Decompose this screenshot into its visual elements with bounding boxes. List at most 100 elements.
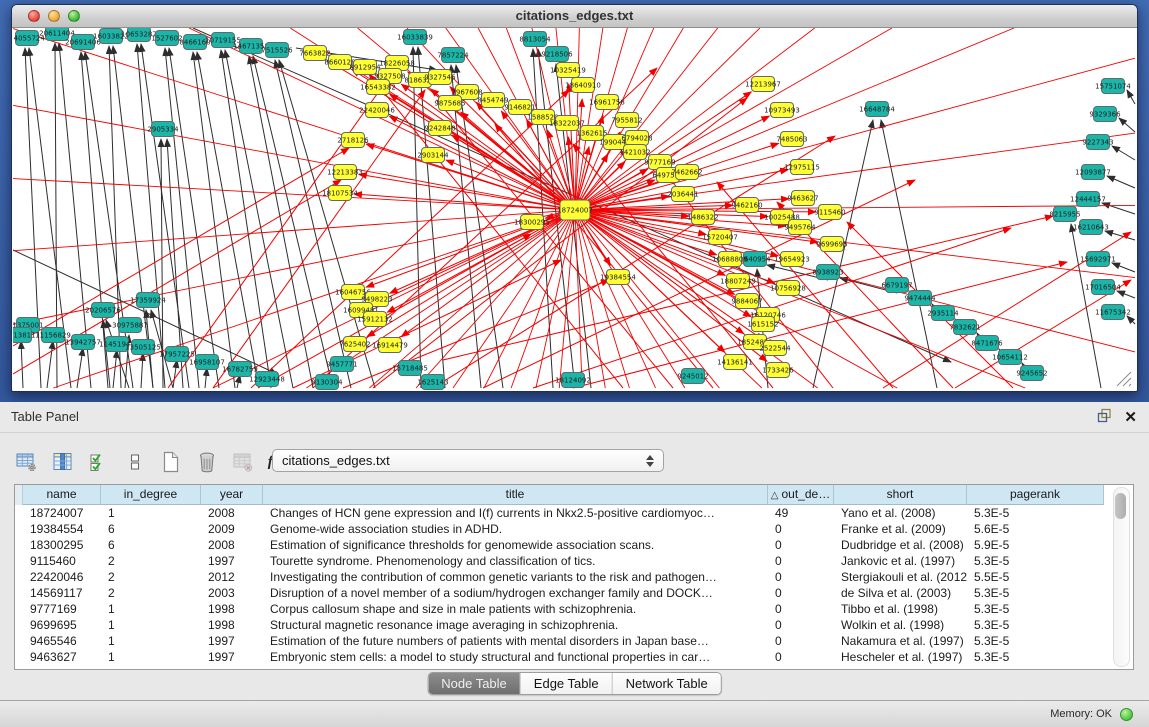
graph-node[interactable]: 7462662 — [671, 165, 702, 180]
column-header-out_de[interactable]: △out_de… — [768, 485, 834, 505]
column-header-name[interactable]: name — [23, 485, 101, 505]
graph-node[interactable]: 9699695 — [816, 237, 847, 252]
graph-node[interactable]: 15751074 — [1095, 79, 1131, 94]
graph-node[interactable]: 7832621 — [949, 320, 980, 335]
graph-node[interactable]: 9463627 — [787, 191, 818, 206]
graph-node[interactable]: 2905334 — [147, 122, 179, 137]
graph-node[interactable]: 9875685 — [434, 96, 465, 111]
tab-edge-table[interactable]: Edge Table — [521, 673, 613, 694]
graph-node[interactable]: 18640910 — [565, 78, 601, 93]
graph-node[interactable]: 8130304 — [311, 375, 343, 390]
table-row[interactable]: 969969511998Structural magnetic resonanc… — [15, 617, 1133, 633]
table-selector-dropdown[interactable]: citations_edges.txt — [272, 449, 664, 472]
graph-node[interactable]: 16648784 — [859, 102, 895, 117]
graph-node[interactable]: 9227343 — [1082, 135, 1113, 150]
graph-node[interactable]: 7955812 — [611, 113, 642, 128]
graph-node[interactable]: 12213383 — [327, 165, 363, 180]
graph-node[interactable]: 11675342 — [1095, 305, 1131, 320]
graph-node[interactable]: 7625402 — [339, 337, 370, 352]
graph-node[interactable]: 9245652 — [1016, 366, 1047, 381]
graph-node[interactable]: 9327546 — [424, 70, 456, 85]
table-row[interactable]: 1830029562008Estimation of significance … — [15, 537, 1133, 553]
graph-node[interactable]: 19384554 — [600, 270, 636, 285]
close-panel-icon[interactable]: ✕ — [1124, 410, 1137, 426]
graph-node[interactable]: 9218506 — [541, 47, 573, 62]
delete-column-icon[interactable] — [196, 451, 218, 473]
graph-node[interactable]: 9146821 — [504, 100, 535, 115]
graph-node[interactable]: 1527602 — [151, 31, 182, 46]
scrollbar-thumb[interactable] — [1115, 493, 1126, 519]
graph-node[interactable]: 9495764 — [784, 220, 816, 235]
graph-node[interactable]: 19654923 — [774, 252, 810, 267]
graph-node[interactable]: 16210643 — [1073, 220, 1109, 235]
table-row[interactable]: 1938455462009Genome-wide association stu… — [15, 521, 1133, 537]
column-checklist-icon[interactable] — [88, 451, 110, 473]
graph-node[interactable]: 1486322 — [687, 210, 718, 225]
graph-node[interactable]: 8215955 — [1049, 207, 1080, 222]
graph-node[interactable]: 17016504 — [1085, 280, 1121, 295]
graph-node[interactable]: 2903144 — [417, 148, 449, 163]
graph-node[interactable]: 7857224 — [437, 48, 469, 63]
graph-node[interactable]: 15692971 — [1080, 252, 1116, 267]
graph-node[interactable]: 9457771 — [326, 357, 357, 372]
network-canvas-svg[interactable]: 2405572420611404206914061603382210653287… — [13, 28, 1136, 390]
network-canvas[interactable]: 2405572420611404206914061603382210653287… — [13, 28, 1136, 390]
column-header-short[interactable]: short — [834, 485, 967, 505]
graph-node[interactable]: 1625143 — [417, 375, 448, 390]
graph-node[interactable]: 9245012 — [677, 369, 708, 384]
table-vertical-scrollbar[interactable] — [1113, 487, 1130, 667]
row-selector-icon[interactable] — [124, 451, 146, 473]
graph-node[interactable]: 6679197 — [881, 278, 912, 293]
graph-node[interactable]: 9462160 — [731, 198, 762, 213]
graph-node[interactable]: 9115460 — [814, 205, 845, 220]
graph-node[interactable]: 20206576 — [85, 303, 121, 318]
float-panel-icon[interactable] — [1097, 408, 1112, 428]
graph-node[interactable]: 9474444 — [904, 291, 936, 306]
graph-node[interactable]: 12213967 — [745, 77, 781, 92]
graph-node[interactable]: 1615152 — [747, 317, 778, 332]
graph-node[interactable]: 18300295 — [514, 215, 550, 230]
graph-node[interactable]: 17359924 — [130, 293, 166, 308]
graph-node[interactable]: 10973493 — [764, 103, 800, 118]
graph-node[interactable]: 2718126 — [337, 133, 369, 148]
graph-node[interactable]: 9242848 — [424, 121, 455, 136]
table-row[interactable]: 2242004622012Investigating the contribut… — [15, 569, 1133, 585]
graph-node[interactable]: 6794028 — [621, 131, 652, 146]
column-header-in_degree[interactable]: in_degree — [101, 485, 201, 505]
graph-node[interactable]: 15720407 — [702, 230, 738, 245]
new-column-icon[interactable] — [160, 451, 182, 473]
graph-node[interactable]: 12093877 — [1075, 165, 1111, 180]
table-row[interactable]: 946554611997Estimation of the future num… — [15, 633, 1133, 649]
graph-node[interactable]: 2935114 — [927, 306, 959, 321]
table-row[interactable]: 911546021997Tourette syndrome. Phenomeno… — [15, 553, 1133, 569]
graph-node[interactable]: 30975887 — [112, 318, 148, 333]
graph-node[interactable]: 8813054 — [519, 32, 551, 47]
graph-node[interactable]: 16782759 — [222, 362, 258, 377]
table-row[interactable]: 946362711997Embryonic stem cells: a mode… — [15, 649, 1133, 665]
graph-node[interactable]: 18807249 — [720, 274, 756, 289]
tab-node-table[interactable]: Node Table — [428, 673, 521, 694]
graph-node[interactable]: 15718485 — [392, 361, 428, 376]
graph-node[interactable]: 9884067 — [731, 294, 762, 309]
graph-node[interactable]: 18724007 — [557, 200, 593, 220]
graph-node[interactable]: 10325419 — [550, 63, 586, 78]
window-titlebar[interactable]: citations_edges.txt — [12, 5, 1137, 28]
table-row[interactable]: 1872400712008Changes of HCN gene express… — [15, 505, 1133, 521]
tab-network-table[interactable]: Network Table — [613, 673, 721, 694]
table-row[interactable]: 1456911722003Disruption of a novel membe… — [15, 585, 1133, 601]
graph-node[interactable]: 7515526 — [261, 43, 293, 58]
table-row[interactable]: 977716911998Corpus callosum shape and si… — [15, 601, 1133, 617]
graph-node[interactable]: 2522544 — [759, 341, 791, 356]
graph-node[interactable]: 7485063 — [776, 132, 807, 147]
graph-node[interactable]: 1733426 — [762, 363, 794, 378]
table-options-icon[interactable] — [16, 451, 38, 473]
column-header-pagerank[interactable]: pagerank — [967, 485, 1104, 505]
column-header-year[interactable]: year — [201, 485, 263, 505]
graph-node[interactable]: 8938923 — [812, 265, 843, 280]
graph-node[interactable]: 2036441 — [667, 187, 698, 202]
graph-node[interactable]: 9329366 — [1089, 107, 1121, 122]
graph-node[interactable]: 10756928 — [770, 281, 806, 296]
column-header-title[interactable]: title — [263, 485, 768, 505]
graph-node[interactable]: 12444157 — [1070, 192, 1106, 207]
graph-node[interactable]: 16033839 — [397, 30, 433, 45]
